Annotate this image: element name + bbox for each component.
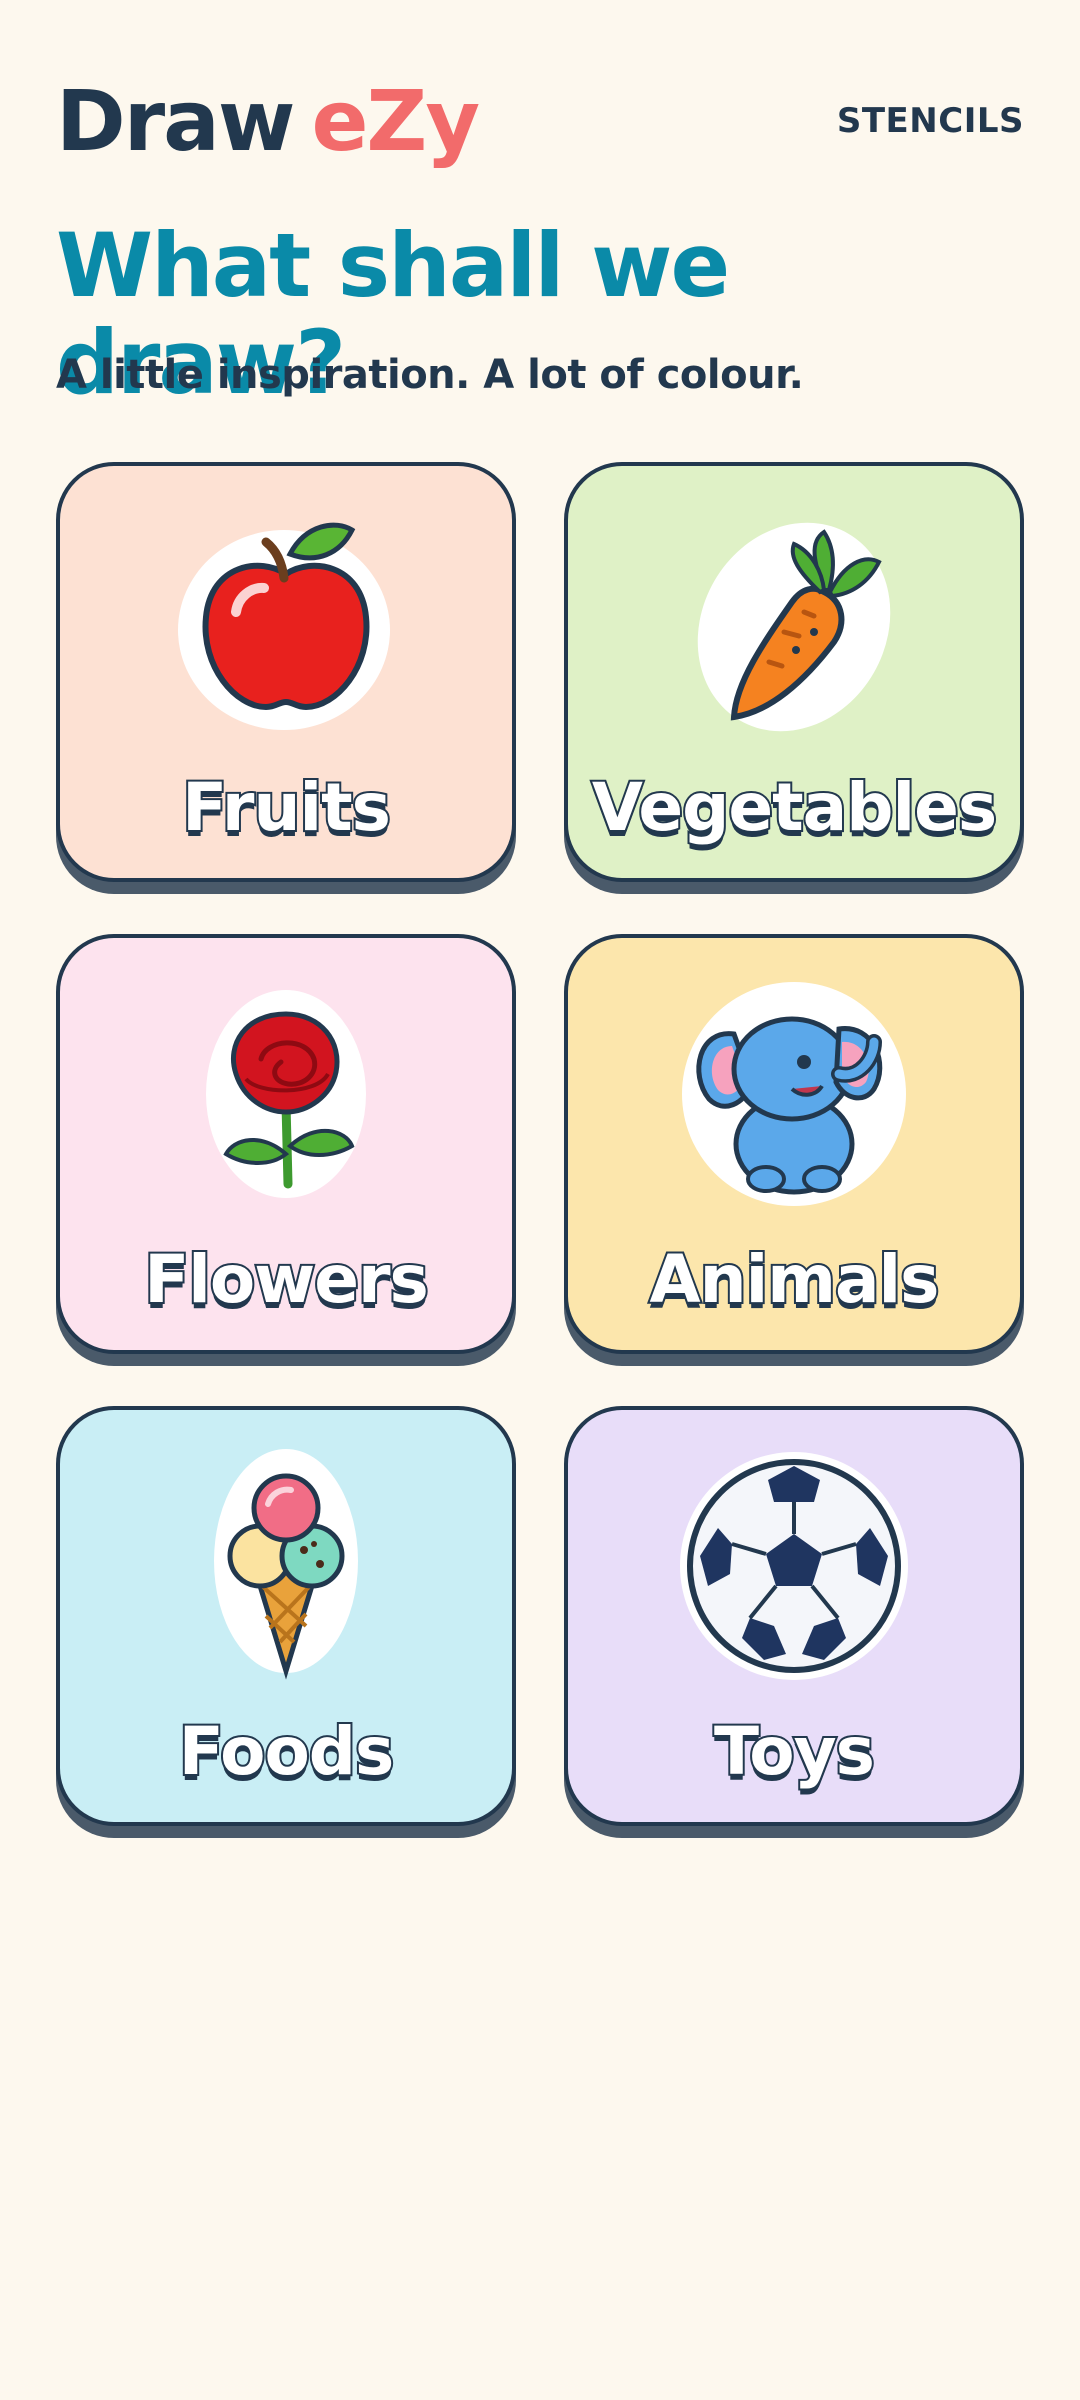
- category-card-animals[interactable]: Animals: [564, 934, 1024, 1354]
- app-logo[interactable]: Draw eZy: [56, 79, 480, 163]
- carrot-icon: [674, 502, 914, 742]
- category-card-flowers[interactable]: Flowers: [56, 934, 516, 1354]
- logo-text-draw: Draw: [56, 72, 295, 170]
- apple-icon: [166, 502, 406, 742]
- category-label: Fruits: [180, 767, 393, 848]
- category-grid: Fruits Vegetables Flowers Animals Foods …: [56, 462, 1024, 1826]
- category-label: Flowers: [142, 1239, 431, 1320]
- category-card-fruits[interactable]: Fruits: [56, 462, 516, 882]
- category-card-foods[interactable]: Foods: [56, 1406, 516, 1826]
- app-header: Draw eZy STENCILS: [56, 66, 1024, 176]
- logo-text-ezy: eZy: [311, 72, 480, 170]
- category-label: Vegetables: [590, 767, 999, 848]
- soccer-ball-icon: [674, 1446, 914, 1686]
- category-card-vegetables[interactable]: Vegetables: [564, 462, 1024, 882]
- page-subtitle: A little inspiration. A lot of colour.: [56, 352, 804, 398]
- stencils-link[interactable]: STENCILS: [837, 101, 1024, 141]
- category-label: Animals: [648, 1239, 942, 1320]
- elephant-icon: [674, 974, 914, 1214]
- category-label: Foods: [177, 1711, 397, 1792]
- rose-icon: [166, 974, 406, 1214]
- category-label: Toys: [712, 1711, 877, 1792]
- ice-cream-icon: [166, 1446, 406, 1686]
- category-card-toys[interactable]: Toys: [564, 1406, 1024, 1826]
